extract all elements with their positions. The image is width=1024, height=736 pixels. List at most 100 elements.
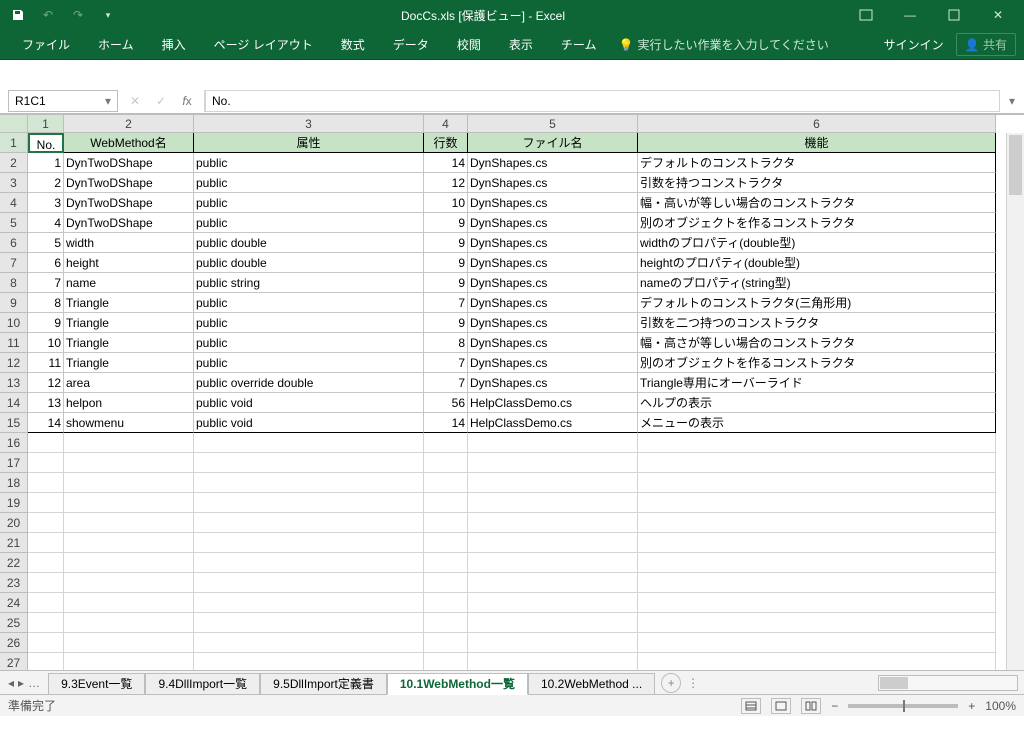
ribbon-tab[interactable]: 挿入 <box>148 30 200 60</box>
row-header[interactable]: 5 <box>0 213 28 233</box>
formula-expand-icon[interactable]: ▾ <box>1000 94 1024 108</box>
qat-dropdown-icon[interactable]: ▾ <box>94 2 122 28</box>
sheet-tab[interactable]: 10.1WebMethod一覧 <box>387 673 528 695</box>
table-header[interactable]: 属性 <box>194 133 424 153</box>
cell[interactable] <box>424 653 468 670</box>
cell[interactable] <box>638 533 996 553</box>
cell[interactable]: 1 <box>28 153 64 173</box>
cell[interactable] <box>28 633 64 653</box>
cell[interactable]: 14 <box>424 153 468 173</box>
cell[interactable]: public <box>194 313 424 333</box>
select-all-corner[interactable] <box>0 115 28 133</box>
cell[interactable]: public <box>194 193 424 213</box>
cell[interactable]: public <box>194 293 424 313</box>
row-header[interactable]: 17 <box>0 453 28 473</box>
cell[interactable] <box>468 653 638 670</box>
cell[interactable]: 引数を持つコンストラクタ <box>638 173 996 193</box>
row-header[interactable]: 18 <box>0 473 28 493</box>
normal-view-icon[interactable] <box>741 698 761 714</box>
add-sheet-button[interactable]: + <box>661 673 681 693</box>
cancel-icon[interactable]: ✕ <box>126 94 144 108</box>
table-header[interactable]: 行数 <box>424 133 468 153</box>
tab-first-icon[interactable]: ◂ <box>8 676 14 690</box>
cell[interactable] <box>638 613 996 633</box>
cell[interactable]: 幅・高いが等しい場合のコンストラクタ <box>638 193 996 213</box>
row-header[interactable]: 19 <box>0 493 28 513</box>
cell[interactable] <box>194 533 424 553</box>
cell[interactable]: DynShapes.cs <box>468 333 638 353</box>
undo-icon[interactable]: ↶ <box>34 2 62 28</box>
row-header[interactable]: 1 <box>0 133 28 153</box>
cell[interactable] <box>638 433 996 453</box>
row-header[interactable]: 4 <box>0 193 28 213</box>
ribbon-tab[interactable]: ページ レイアウト <box>200 30 327 60</box>
cell[interactable]: Triangle <box>64 353 194 373</box>
cell[interactable] <box>638 653 996 670</box>
ribbon-tab[interactable]: ファイル <box>8 30 84 60</box>
cell[interactable] <box>64 633 194 653</box>
cell[interactable] <box>194 633 424 653</box>
cell[interactable]: public double <box>194 253 424 273</box>
cell[interactable] <box>28 533 64 553</box>
cell[interactable] <box>424 473 468 493</box>
row-header[interactable]: 14 <box>0 393 28 413</box>
table-header[interactable]: ファイル名 <box>468 133 638 153</box>
cell[interactable] <box>28 473 64 493</box>
cell[interactable] <box>28 493 64 513</box>
ribbon-tab[interactable]: 表示 <box>495 30 547 60</box>
fx-icon[interactable]: fx <box>178 94 196 108</box>
cell[interactable]: 4 <box>28 213 64 233</box>
cell[interactable]: Triangle <box>64 313 194 333</box>
cell[interactable]: DynTwoDShape <box>64 193 194 213</box>
name-box[interactable]: R1C1 ▾ <box>8 90 118 112</box>
ribbon-display-icon[interactable] <box>844 0 888 30</box>
cell[interactable]: DynTwoDShape <box>64 153 194 173</box>
cell[interactable] <box>468 453 638 473</box>
row-header[interactable]: 3 <box>0 173 28 193</box>
tab-more-icon[interactable]: … <box>28 676 40 690</box>
cell[interactable]: 9 <box>424 273 468 293</box>
cell[interactable] <box>194 473 424 493</box>
column-header[interactable]: 3 <box>194 115 424 133</box>
cell[interactable]: public <box>194 213 424 233</box>
cell[interactable]: DynShapes.cs <box>468 193 638 213</box>
redo-icon[interactable]: ↷ <box>64 2 92 28</box>
cell[interactable] <box>424 633 468 653</box>
cell[interactable]: showmenu <box>64 413 194 433</box>
row-header[interactable]: 15 <box>0 413 28 433</box>
row-header[interactable]: 27 <box>0 653 28 670</box>
cell[interactable]: 7 <box>424 373 468 393</box>
cell[interactable]: Triangle <box>64 333 194 353</box>
tab-split-icon[interactable]: ⋮ <box>681 676 705 690</box>
cell[interactable] <box>424 533 468 553</box>
cell[interactable]: 12 <box>424 173 468 193</box>
cell[interactable] <box>28 593 64 613</box>
row-header[interactable]: 10 <box>0 313 28 333</box>
cell[interactable] <box>468 433 638 453</box>
cell[interactable]: デフォルトのコンストラクタ <box>638 153 996 173</box>
cell[interactable] <box>64 453 194 473</box>
cell[interactable]: 13 <box>28 393 64 413</box>
cell[interactable] <box>638 553 996 573</box>
cell[interactable]: 別のオブジェクトを作るコンストラクタ <box>638 353 996 373</box>
cell[interactable]: 9 <box>424 213 468 233</box>
cell[interactable] <box>194 613 424 633</box>
cell[interactable] <box>424 573 468 593</box>
row-header[interactable]: 8 <box>0 273 28 293</box>
cell[interactable] <box>28 553 64 573</box>
cell[interactable]: public <box>194 333 424 353</box>
scrollbar-thumb[interactable] <box>1009 135 1022 195</box>
cell[interactable]: DynShapes.cs <box>468 273 638 293</box>
cell[interactable]: 8 <box>424 333 468 353</box>
cell[interactable] <box>424 513 468 533</box>
sheet-tab[interactable]: 9.3Event一覧 <box>48 673 145 695</box>
horizontal-scrollbar[interactable] <box>878 675 1018 691</box>
row-header[interactable]: 12 <box>0 353 28 373</box>
worksheet[interactable]: 1234561No.WebMethod名属性行数ファイル名機能21DynTwoD… <box>0 114 1024 670</box>
cell[interactable]: DynShapes.cs <box>468 373 638 393</box>
table-header[interactable]: WebMethod名 <box>64 133 194 153</box>
cell[interactable]: DynShapes.cs <box>468 353 638 373</box>
cell[interactable] <box>468 493 638 513</box>
cell[interactable]: 7 <box>28 273 64 293</box>
cell[interactable] <box>28 573 64 593</box>
